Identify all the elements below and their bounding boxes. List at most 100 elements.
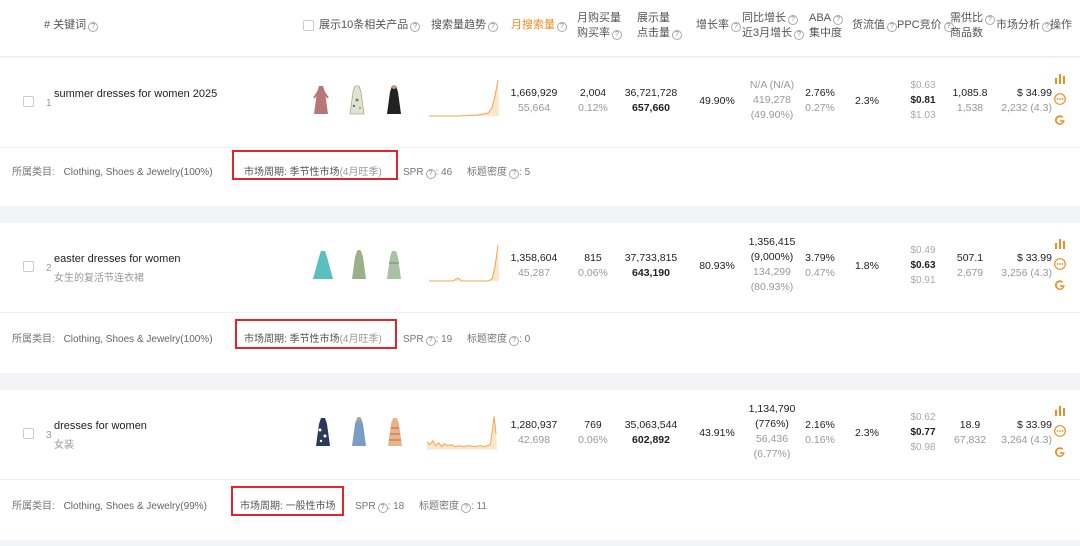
question-icon[interactable]: ? — [377, 503, 388, 513]
keyword-row-card: 3 dresses for women 女装 1,280,937 42,698 … — [0, 390, 1080, 540]
concentration-value: 0.16% — [805, 434, 835, 446]
question-icon[interactable]: ? — [509, 336, 520, 346]
purchase-cell: 2,004 0.12% — [576, 86, 610, 116]
header-impressions[interactable]: 展示量 点击量? — [637, 11, 682, 41]
reviews-value: 3,256 (4.3) — [1001, 267, 1052, 279]
show-products-checkbox[interactable] — [303, 20, 314, 31]
header-monthly-purchase[interactable]: 月购买量 购买率? — [577, 11, 622, 41]
search-trend-sparkline[interactable] — [426, 412, 498, 452]
bar-chart-icon[interactable] — [1054, 404, 1066, 416]
question-icon[interactable]: ? — [557, 22, 567, 32]
header-yoy[interactable]: 同比增长? 近3月增长? — [742, 11, 805, 41]
more-icon[interactable] — [1054, 258, 1066, 270]
ppc-low: $0.63 — [910, 80, 936, 91]
header-goods-value[interactable]: 货流值? — [852, 18, 897, 33]
keyword-text[interactable]: dresses for women — [54, 420, 147, 432]
row-divider — [0, 479, 1080, 480]
purchase-rate-value: 0.06% — [578, 267, 608, 279]
question-icon[interactable]: ? — [887, 22, 897, 32]
product-thumbnail[interactable] — [386, 416, 404, 448]
ppc-mid: $0.77 — [910, 427, 936, 438]
header-supply-ratio[interactable]: 需供比? 商品数 — [950, 11, 995, 41]
header-goods-value-label: 货流值 — [852, 19, 885, 31]
header-ppc[interactable]: PPC竞价? — [897, 18, 954, 33]
product-thumbnail[interactable] — [314, 416, 332, 448]
daily-search-value: 42,698 — [517, 434, 551, 446]
google-icon[interactable] — [1054, 114, 1066, 126]
row-checkbox[interactable] — [23, 428, 34, 439]
yoy-cell: N/A (N/A) 419,278 (49.90%) — [746, 78, 798, 123]
impressions-cell: 35,063,544 602,892 — [624, 418, 678, 448]
question-icon[interactable]: ? — [731, 22, 741, 32]
product-thumbnail[interactable] — [350, 249, 368, 281]
header-concentration-label: 集中度 — [809, 27, 842, 39]
market-cycle-label: 市场周期: — [244, 334, 287, 345]
header-operation: 操作 — [1050, 18, 1072, 33]
product-count-value: 1,538 — [956, 102, 984, 114]
question-icon[interactable]: ? — [88, 22, 99, 32]
question-icon[interactable]: ? — [410, 22, 421, 32]
bar-chart-icon[interactable] — [1054, 72, 1066, 84]
category-value[interactable]: Clothing, Shoes & Jewelry — [64, 167, 181, 178]
question-icon[interactable]: ? — [985, 15, 995, 25]
header-keyword-label: # 关键词 — [44, 19, 87, 31]
header-aba-label: ABA — [809, 12, 832, 24]
question-icon[interactable]: ? — [794, 30, 805, 40]
header-keyword[interactable]: # 关键词? — [44, 18, 99, 33]
market-cycle: 市场周期: 季节性市场(4月旺季) — [244, 330, 382, 345]
more-icon[interactable] — [1054, 425, 1066, 437]
yoy-value: 1,356,415 — [748, 236, 796, 248]
question-icon[interactable]: ? — [672, 30, 682, 40]
search-trend-sparkline[interactable] — [428, 78, 500, 118]
header-aba[interactable]: ABA? 集中度 — [809, 11, 844, 41]
row-checkbox[interactable] — [23, 261, 34, 272]
header-monthly-search[interactable]: 月搜索量? — [511, 18, 567, 33]
purchase-value: 769 — [584, 419, 602, 431]
more-icon[interactable] — [1054, 93, 1066, 105]
title-density-value: : 0 — [519, 334, 531, 345]
ppc-cell: $0.63 $0.81 $1.03 — [903, 78, 943, 123]
product-thumbnail[interactable] — [312, 249, 334, 281]
question-icon[interactable]: ? — [788, 15, 798, 25]
header-growth[interactable]: 增长率? — [696, 18, 741, 33]
row-checkbox[interactable] — [23, 96, 34, 107]
row-actions — [1054, 72, 1068, 129]
keyword-text[interactable]: summer dresses for women 2025 — [54, 88, 217, 100]
monthly-search-cell: 1,280,937 42,698 — [510, 418, 558, 448]
search-trend-sparkline[interactable] — [428, 243, 500, 283]
spr-info: SPR?: 18 标题密度?: 11 — [355, 497, 487, 513]
header-market-analysis: 市场分析? — [996, 18, 1052, 33]
google-icon[interactable] — [1054, 446, 1066, 458]
product-thumbnail[interactable] — [350, 416, 368, 448]
three-month-pct: (6.77%) — [753, 448, 791, 460]
product-thumbnail[interactable] — [385, 249, 403, 281]
question-icon[interactable]: ? — [461, 503, 472, 513]
product-thumbnail[interactable] — [385, 84, 403, 116]
question-icon[interactable]: ? — [833, 15, 844, 25]
question-icon[interactable]: ? — [425, 169, 436, 179]
keyword-row-card: 1 summer dresses for women 2025 1,669,92… — [0, 58, 1080, 206]
question-icon[interactable]: ? — [509, 169, 520, 179]
question-icon[interactable]: ? — [612, 30, 622, 40]
purchase-value: 815 — [584, 252, 602, 264]
header-monthly-search-label: 月搜索量 — [511, 19, 555, 31]
google-icon[interactable] — [1054, 279, 1066, 291]
header-ppc-label: PPC竞价 — [897, 19, 942, 31]
category-value[interactable]: Clothing, Shoes & Jewelry — [64, 501, 181, 512]
growth-value: 49.90% — [699, 95, 735, 107]
category-value[interactable]: Clothing, Shoes & Jewelry — [64, 334, 181, 345]
impressions-value: 36,721,728 — [624, 87, 678, 99]
spr-label: SPR — [403, 167, 424, 178]
yoy-value: N/A (N/A) — [749, 79, 795, 91]
category-info: 所属类目: Clothing, Shoes & Jewelry(100%) — [12, 163, 213, 178]
three-month-value: 56,436 — [755, 433, 789, 445]
product-thumbnail[interactable] — [312, 84, 330, 116]
product-thumbnail[interactable] — [348, 84, 366, 116]
question-icon[interactable]: ? — [425, 336, 436, 346]
spr-value: : 46 — [435, 167, 453, 178]
header-show-products-label: 展示10条相关产品 — [319, 19, 409, 31]
question-icon[interactable]: ? — [488, 22, 498, 32]
keyword-text[interactable]: easter dresses for women — [54, 253, 181, 265]
concentration-value: 0.47% — [805, 267, 835, 279]
bar-chart-icon[interactable] — [1054, 237, 1066, 249]
